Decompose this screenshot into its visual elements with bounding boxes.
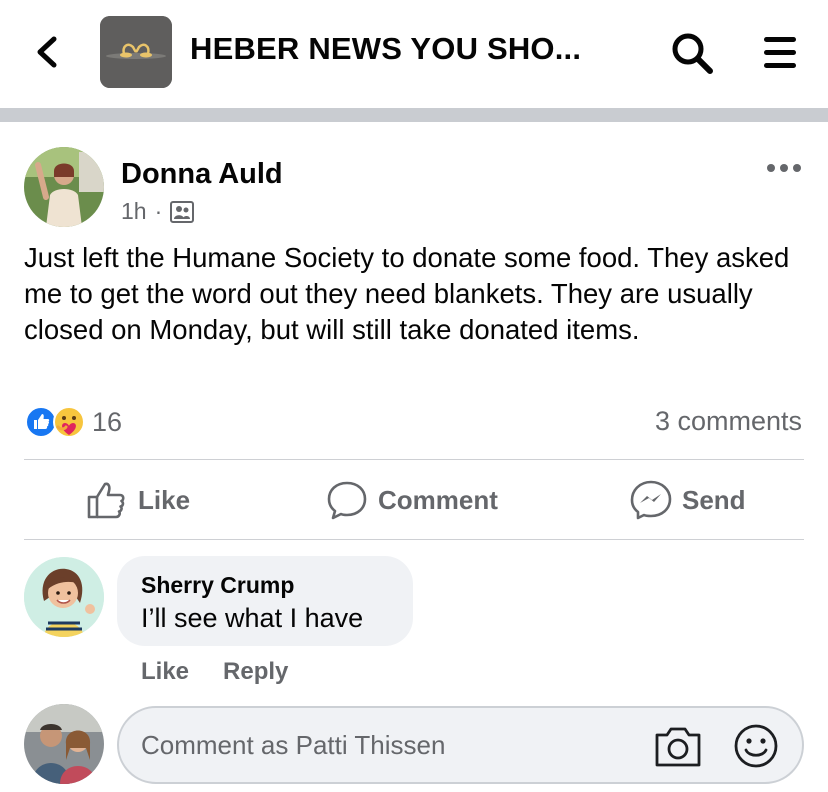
send-button[interactable]: Send xyxy=(630,476,746,524)
section-divider xyxy=(0,108,828,122)
reaction-summary[interactable]: 16 xyxy=(24,404,122,440)
menu-button[interactable] xyxy=(760,33,800,73)
send-label: Send xyxy=(682,484,746,515)
avatar-photo xyxy=(24,147,104,227)
more-icon xyxy=(767,164,801,172)
thumbs-up-icon xyxy=(87,482,125,519)
messenger-icon xyxy=(630,480,672,520)
comments-count[interactable]: 3 comments xyxy=(655,406,802,437)
comment-bubble-icon xyxy=(327,481,367,520)
emoji-button[interactable] xyxy=(733,723,779,769)
swans-image xyxy=(100,16,172,88)
like-label: Like xyxy=(138,484,191,515)
back-button[interactable] xyxy=(28,30,68,74)
group-thumbnail[interactable] xyxy=(100,16,172,88)
divider xyxy=(24,539,804,540)
page-title: HEBER NEWS YOU SHO... xyxy=(190,31,582,66)
camera-button[interactable] xyxy=(653,723,703,769)
more-options-button[interactable] xyxy=(764,158,804,178)
post-author[interactable]: Donna Auld xyxy=(121,158,283,191)
meta-separator: · xyxy=(154,198,163,224)
commenter-name[interactable]: Sherry Crump xyxy=(141,572,413,599)
avatar-illustration xyxy=(24,557,104,637)
comment-button[interactable]: Comment xyxy=(326,476,498,524)
comment-input[interactable] xyxy=(141,726,641,764)
like-button[interactable]: Like xyxy=(86,476,190,524)
avatar-photo xyxy=(24,704,104,784)
commenter-avatar[interactable] xyxy=(24,557,104,637)
comment-bubble[interactable]: Sherry Crump I’ll see what I have xyxy=(117,556,413,646)
post-meta: 1h · xyxy=(121,198,195,225)
comment-like-button[interactable]: Like xyxy=(141,658,189,686)
reaction-count: 16 xyxy=(92,406,123,437)
camera-icon xyxy=(655,727,701,767)
smiley-icon xyxy=(734,724,778,768)
divider xyxy=(24,459,804,460)
comment-composer[interactable] xyxy=(117,706,804,784)
comment-text: I’ll see what I have xyxy=(141,603,364,633)
group-audience-icon xyxy=(170,200,195,223)
top-bar: HEBER NEWS YOU SHO... xyxy=(0,0,828,108)
menu-icon xyxy=(764,37,796,68)
care-reaction-icon xyxy=(53,406,85,438)
author-avatar[interactable] xyxy=(24,147,104,227)
post-time[interactable]: 1h xyxy=(121,198,147,225)
comment-reply-button[interactable]: Reply xyxy=(223,658,288,686)
current-user-avatar[interactable] xyxy=(24,704,104,784)
chevron-left-icon xyxy=(37,36,57,68)
search-button[interactable] xyxy=(668,29,716,77)
post-body: Just left the Humane Society to donate s… xyxy=(24,242,790,345)
comment-label: Comment xyxy=(378,484,498,515)
search-icon xyxy=(672,33,713,74)
comment-actions: Like Reply xyxy=(141,658,288,686)
